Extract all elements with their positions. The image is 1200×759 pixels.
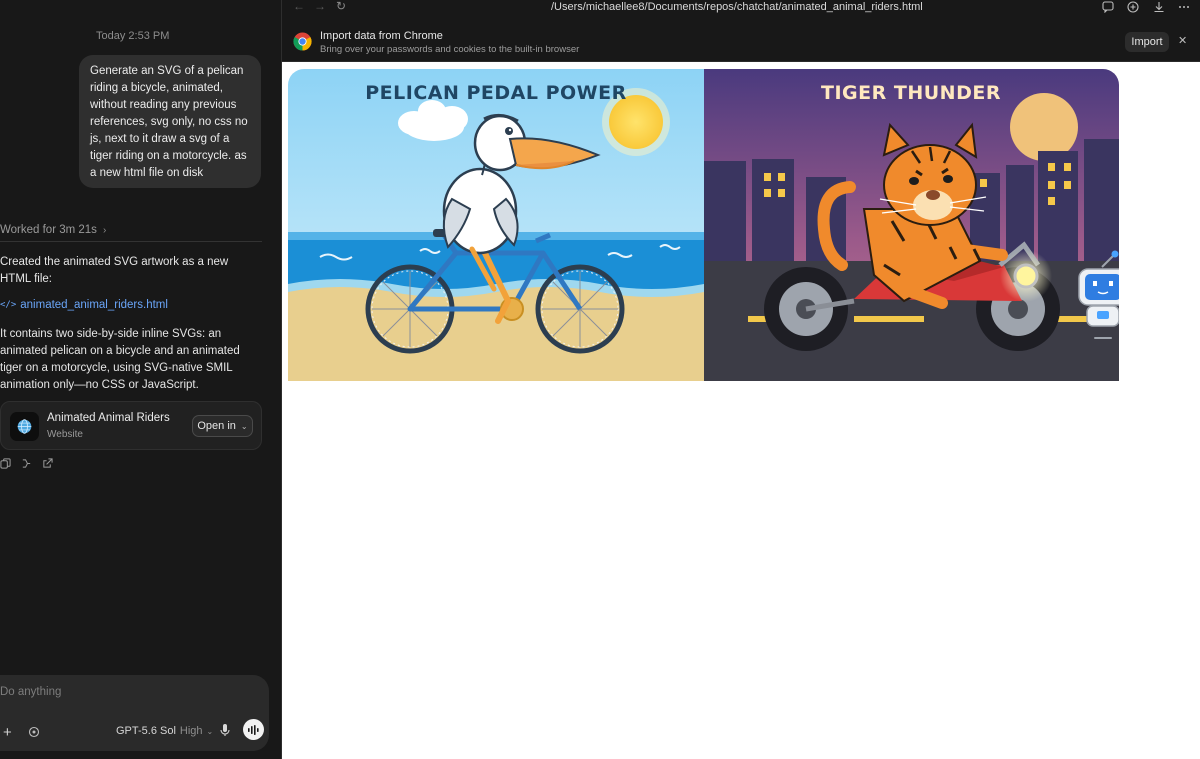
card-title: Animated Animal Riders [47,412,170,424]
model-level: High [179,725,203,737]
back-icon[interactable]: ← [293,0,305,12]
worked-toggle[interactable]: Worked for 3m 21s › [0,224,106,236]
tools-icon[interactable] [28,725,40,743]
close-icon[interactable]: ✕ [1178,34,1187,47]
globe-icon [10,412,39,441]
more-icon[interactable] [1178,0,1191,13]
worked-label: Worked for 3m 21s [0,224,97,236]
assistant-reply-intro: Created the animated SVG artwork as a ne… [0,256,229,285]
chevron-down-icon: ⌄ [206,726,214,736]
chevron-right-icon: › [102,224,107,236]
model-selector[interactable]: GPT-5.6 Sol High ⌄ [116,725,213,737]
composer: Do anything + GPT-5.6 Sol High ⌄ [0,675,269,751]
model-name: GPT-5.6 Sol [116,725,176,737]
import-subtitle: Bring over your passwords and cookies to… [320,44,580,55]
message-actions [0,456,53,469]
chrome-logo-icon [293,32,312,51]
voice-mode-button[interactable] [243,719,264,740]
message-timestamp: Today 2:53 PM [96,30,170,42]
reload-icon[interactable]: ↻ [336,0,346,12]
fork-icon[interactable] [21,456,32,468]
import-button[interactable]: Import [1125,32,1169,52]
tiger-title: TIGER THUNDER [821,82,1001,104]
share-icon[interactable] [42,456,53,468]
copy-icon[interactable] [0,456,11,469]
tiger-artwork: TIGER THUNDER [704,69,1119,381]
file-link-label: animated_animal_riders.html [20,299,168,311]
chevron-down-icon: ⌄ [240,421,248,431]
user-message: Generate an SVG of a pelican riding a bi… [79,55,261,188]
add-icon[interactable] [1127,0,1140,13]
pelican-title: PELICAN PEDAL POWER [365,82,627,104]
web-page: PELICAN PEDAL POWER TIGER THUNDER [282,62,1200,759]
composer-input[interactable]: Do anything [0,686,61,698]
code-file-icon: </> [0,300,17,310]
download-icon[interactable] [1153,0,1166,13]
open-in-label: Open in [197,420,236,432]
browser-toolbar: ← → ↻ /Users/michaellee8/Documents/repos… [282,0,1200,24]
address-bar[interactable]: /Users/michaellee8/Documents/repos/chatc… [551,1,923,13]
divider [0,241,262,242]
comment-icon[interactable] [1102,0,1115,14]
chat-panel: Today 2:53 PM Generate an SVG of a pelic… [0,0,282,759]
import-title: Import data from Chrome [320,30,443,42]
microphone-icon[interactable] [220,723,230,742]
card-subtitle: Website [47,429,83,440]
app-window: Today 2:53 PM Generate an SVG of a pelic… [0,0,1200,759]
file-link[interactable]: </> animated_animal_riders.html [0,299,168,311]
pelican-artwork: PELICAN PEDAL POWER [288,69,704,381]
open-in-button[interactable]: Open in ⌄ [192,415,253,437]
website-card[interactable]: Animated Animal Riders Website Open in ⌄ [0,401,262,450]
import-banner: Import data from Chrome Bring over your … [282,24,1200,62]
forward-icon[interactable]: → [314,0,326,12]
assistant-reply-body: It contains two side-by-side inline SVGs… [0,328,240,391]
add-attachment-icon[interactable]: + [3,724,12,741]
